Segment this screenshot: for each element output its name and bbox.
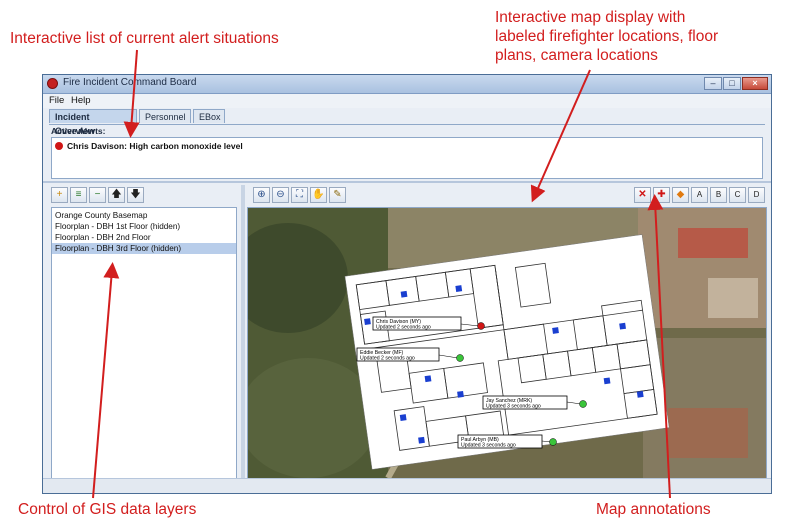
active-alerts-label: Active Alerts: [51,126,106,136]
annotation-toolbar: ✕ ✚ ◆ A B C D [634,187,765,203]
window-title: Fire Incident Command Board [63,77,197,88]
move-up-icon[interactable]: 🡅 [108,187,125,203]
firefighter-updated: Updated 3 seconds ago [461,443,516,449]
camera-marker[interactable] [399,414,407,421]
title-bar[interactable]: Fire Incident Command Board – □ × [43,75,771,94]
status-dot-green [456,354,464,362]
app-icon [47,78,58,89]
window-controls: – □ × [704,77,768,90]
camera-marker[interactable] [603,377,611,385]
callout-map-display-line1: Interactive map display with [495,9,686,26]
pan-icon[interactable]: ✋ [310,187,327,203]
move-down-icon[interactable]: 🡇 [127,187,144,203]
annotation-a-icon[interactable]: A [691,187,708,203]
tab-strip: Incident Overview Personnel EBox [49,109,765,136]
camera-marker[interactable] [457,390,464,398]
aerial-roof [708,278,758,318]
camera-marker[interactable] [552,327,559,334]
alert-item[interactable]: Chris Davison: High carbon monoxide leve… [55,141,243,152]
callout-alert-list: Interactive list of current alert situat… [10,30,279,47]
zoom-out-icon[interactable]: ⊖ [272,187,289,203]
tab-personnel[interactable]: Personnel [139,109,191,123]
annotation-d-icon[interactable]: D [748,187,765,203]
camera-marker[interactable] [364,318,371,325]
app-window: Fire Incident Command Board – □ × File H… [42,74,772,494]
alert-text: Chris Davison: High carbon monoxide leve… [67,141,243,151]
firefighter-updated: Updated 3 seconds ago [486,404,541,410]
firefighter-marker-paul[interactable]: Paul Arbyn (MB) Updated 3 seconds ago [457,434,557,449]
annotation-c-icon[interactable]: C [729,187,746,203]
annotation-b-icon[interactable]: B [710,187,727,203]
edit-icon[interactable]: ✎ [329,187,346,203]
layer-item-selected[interactable]: Floorplan - DBH 3rd Floor (hidden) [52,243,236,254]
close-button[interactable]: × [742,77,768,90]
camera-marker[interactable] [424,375,432,383]
layer-item[interactable]: Orange County Basemap [52,210,236,221]
aerial-roof [668,408,748,458]
add-layer-icon[interactable]: + [51,187,68,203]
tab-incident-overview[interactable]: Incident Overview [49,109,137,136]
camera-marker[interactable] [418,436,425,444]
minimize-button[interactable]: – [704,77,722,90]
layer-item[interactable]: Floorplan - DBH 1st Floor (hidden) [52,221,236,232]
menu-help[interactable]: Help [71,95,91,106]
status-dot-red [477,322,485,330]
layer-properties-icon[interactable]: ≡ [70,187,87,203]
layer-panel: + ≡ − 🡅 🡇 Orange County Basemap Floorpla… [49,185,239,479]
callout-map-display-line2: labeled firefighter locations, floor [495,28,719,45]
delete-annotation-icon[interactable]: ✕ [634,187,651,203]
status-bar [43,478,771,493]
layer-toolbar: + ≡ − 🡅 🡇 [51,187,144,204]
map-panel: ⊕ ⊖ ⛶ ✋ ✎ ✕ ✚ ◆ A B C D Chris Davison (M… [247,185,767,479]
camera-marker[interactable] [455,285,463,292]
zoom-extent-icon[interactable]: ⛶ [291,187,308,203]
map-canvas[interactable]: Chris Davison (MY) Updated 2 seconds ago… [248,208,766,478]
camera-marker[interactable] [636,390,644,398]
map-navigation-toolbar: ⊕ ⊖ ⛶ ✋ ✎ [253,187,346,203]
aerial-roof [678,228,748,258]
zoom-in-icon[interactable]: ⊕ [253,187,270,203]
firefighter-updated: Updated 2 seconds ago [376,325,431,331]
horizontal-splitter[interactable] [43,181,771,183]
callout-gis-layers: Control of GIS data layers [18,501,197,518]
tab-ebox[interactable]: EBox [193,109,225,123]
map-view[interactable]: Chris Davison (MY) Updated 2 seconds ago… [247,207,767,479]
firefighter-updated: Updated 2 seconds ago [360,356,415,362]
add-marker-icon[interactable]: ✚ [653,187,670,203]
layer-item[interactable]: Floorplan - DBH 2nd Floor [52,232,236,243]
callout-map-annotations: Map annotations [596,501,711,518]
maximize-button[interactable]: □ [723,77,741,90]
status-dot-green [549,438,557,446]
menu-file[interactable]: File [49,95,64,106]
hazard-icon[interactable]: ◆ [672,187,689,203]
active-alerts-list[interactable]: Chris Davison: High carbon monoxide leve… [51,137,763,179]
vertical-splitter[interactable] [241,185,245,479]
alert-severity-icon [55,142,63,150]
camera-marker[interactable] [400,290,408,298]
remove-layer-icon[interactable]: − [89,187,106,203]
menu-bar: File Help [43,94,771,108]
layer-list[interactable]: Orange County Basemap Floorplan - DBH 1s… [51,207,237,479]
status-dot-green [579,400,587,408]
camera-marker[interactable] [619,322,626,330]
callout-map-display-line3: plans, camera locations [495,47,658,64]
